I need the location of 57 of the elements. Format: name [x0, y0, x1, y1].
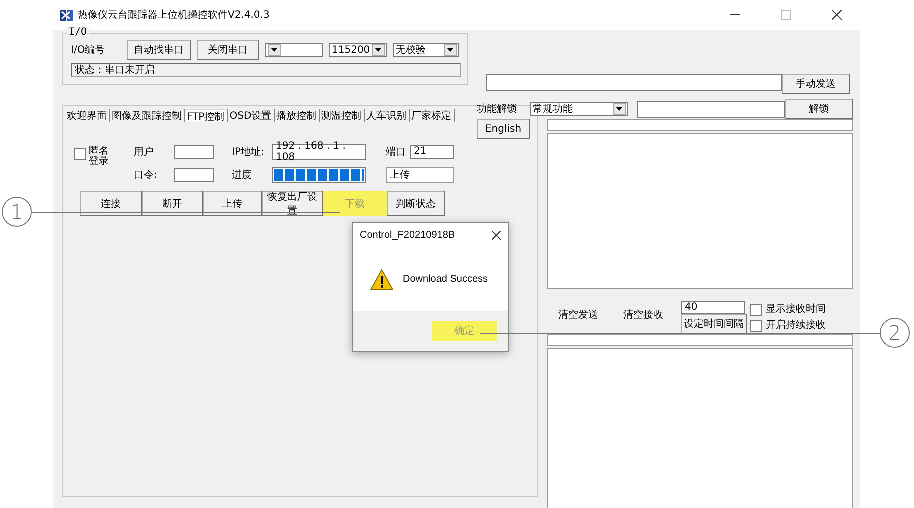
- dropdown-arrow-icon[interactable]: [271, 48, 278, 52]
- tab[interactable]: 播放控制: [274, 108, 320, 122]
- user-field[interactable]: [174, 144, 214, 158]
- dropdown-arrow-icon[interactable]: [447, 48, 454, 52]
- unlock-field[interactable]: [637, 100, 785, 118]
- tab[interactable]: OSD设置: [228, 108, 275, 122]
- tab[interactable]: 厂家标定: [410, 108, 455, 122]
- auto-find-port-button[interactable]: 自动找串口: [127, 40, 191, 60]
- interval-field[interactable]: 40: [681, 301, 745, 314]
- dropdown-arrow-icon[interactable]: [616, 107, 623, 111]
- status-field: 状态：串口未开启: [71, 63, 461, 77]
- group-legend: I/O: [67, 27, 90, 38]
- option-label: 显示接收时间: [766, 302, 826, 316]
- port-combo[interactable]: [265, 43, 323, 57]
- ip-label: IP地址:: [232, 146, 266, 158]
- dialog-title: Control_F20210918B: [360, 230, 456, 241]
- language-button[interactable]: English: [477, 119, 530, 139]
- option-label: 开启持续接收: [766, 318, 826, 332]
- password-field[interactable]: [174, 168, 214, 182]
- send-field[interactable]: [486, 74, 782, 91]
- app-icon: [60, 8, 73, 22]
- io-label: I/O编号: [71, 44, 106, 57]
- warning-icon: [370, 268, 394, 290]
- ftp-button[interactable]: 断开: [142, 191, 203, 216]
- anonymous-label: 匿名登录: [89, 147, 110, 167]
- dialog-message: Download Success: [403, 274, 488, 285]
- password-label: 口令:: [134, 168, 158, 182]
- unlock-label: 功能解锁: [477, 102, 518, 116]
- close-port-button[interactable]: 关闭串口: [197, 40, 259, 60]
- window-title: 热像仪云台跟踪器上位机操控软件V2.4.0.3: [78, 8, 271, 22]
- progress-label: 进度: [232, 168, 253, 182]
- close-icon[interactable]: [832, 10, 842, 20]
- option-checkbox[interactable]: [750, 304, 762, 316]
- baud-combo[interactable]: 115200: [329, 43, 387, 57]
- ip-field[interactable]: 192 . 168 . 1 . 108: [272, 144, 366, 160]
- option-checkbox[interactable]: [750, 320, 762, 332]
- user-label: 用户: [134, 146, 155, 158]
- tab[interactable]: 欢迎界面: [65, 108, 110, 122]
- ftp-button[interactable]: 判断状态: [387, 191, 445, 216]
- port-field[interactable]: 21: [410, 144, 454, 158]
- transfer-status-field: 上传: [386, 166, 454, 182]
- ftp-button[interactable]: 连接: [80, 191, 142, 216]
- callout-number: 1: [2, 197, 32, 227]
- set-interval-button[interactable]: 设定时间间隔: [681, 314, 747, 334]
- dropdown-arrow-icon[interactable]: [375, 48, 382, 52]
- tab[interactable]: 人车识别: [364, 108, 410, 122]
- port-label: 端口: [386, 146, 407, 158]
- unlock-button[interactable]: 解锁: [785, 99, 853, 119]
- close-icon[interactable]: [492, 231, 501, 240]
- tab[interactable]: 测温控制: [320, 108, 365, 122]
- function-combo[interactable]: 常规功能: [530, 102, 628, 116]
- ftp-button[interactable]: 上传: [203, 191, 262, 216]
- send-button[interactable]: 手动发送: [782, 74, 850, 94]
- callout-number: 2: [880, 318, 910, 348]
- parity-combo[interactable]: 无校验: [393, 43, 459, 57]
- anonymous-checkbox[interactable]: [74, 148, 86, 160]
- tab[interactable]: FTP控制: [185, 108, 228, 122]
